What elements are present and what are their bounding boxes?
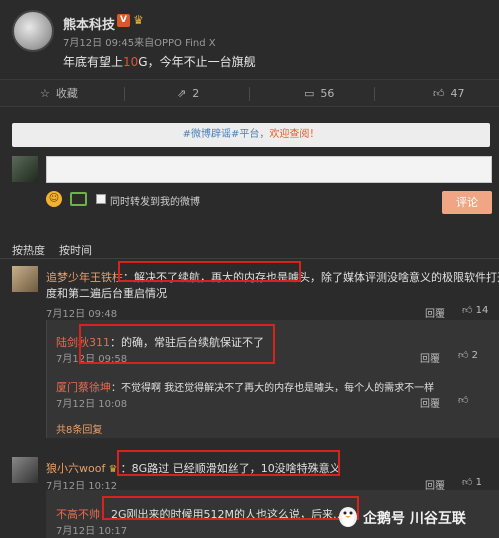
comment-time: 7月12日 09:48: [46, 309, 118, 320]
comment-input[interactable]: [46, 156, 492, 183]
like-button[interactable]: 👍︎ 47: [433, 80, 465, 108]
divider: [0, 258, 499, 259]
verified-badge-icon: V: [117, 14, 130, 27]
comment-username[interactable]: 厦门蔡徐坤: [56, 381, 111, 394]
emoji-icon[interactable]: ☺: [46, 191, 62, 207]
reply-button[interactable]: 回覆: [425, 305, 445, 320]
comment-text-cont: 度和第二遍后台重启情况: [46, 287, 167, 300]
comment-like-button[interactable]: 👍︎ 14: [462, 304, 488, 316]
vip-crown-icon: ♛: [133, 13, 144, 27]
author-name[interactable]: 熊本科技: [63, 14, 115, 33]
image-icon[interactable]: [70, 192, 87, 206]
repost-icon: ⇗: [177, 87, 187, 100]
comment-like-button[interactable]: 👍︎ 1: [462, 476, 482, 488]
divider: [249, 87, 250, 101]
sub-reply: 厦门蔡徐坤：不觉得啊 我还觉得解决不了再大的内存也是噱头，每个人的需求不一样: [56, 381, 435, 394]
penguin-logo-icon: [337, 504, 359, 528]
thumbs-up-icon: 👍︎: [458, 395, 469, 406]
tab-sort-time[interactable]: 按时间: [59, 242, 92, 258]
annotation-box: [102, 496, 359, 520]
more-replies-link[interactable]: 共8条回复: [56, 421, 102, 436]
rumor-platform-link[interactable]: #微博辟谣#平台: [183, 129, 260, 140]
comment-username[interactable]: 不高不帅: [56, 508, 100, 521]
author-avatar[interactable]: [12, 10, 54, 52]
post-action-bar: ☆ 收藏 ⇗ 2 ▭ 56 👍︎ 47: [0, 79, 499, 107]
annotation-box: [79, 324, 275, 364]
tab-sort-hot[interactable]: 按热度: [12, 242, 45, 258]
reply-button[interactable]: 回覆: [420, 350, 440, 365]
comment-time: 7月12日 10:08: [56, 399, 128, 410]
repost-checkbox[interactable]: [96, 194, 106, 204]
rumor-notice: #微博辟谣#平台，欢迎查阅！: [12, 123, 490, 147]
thumbs-up-icon: 👍︎: [433, 87, 445, 100]
repost-button[interactable]: ⇗ 2: [177, 80, 199, 108]
comment-like-button[interactable]: 👍︎ 2: [458, 349, 478, 361]
annotation-box: [118, 261, 301, 282]
favorite-button[interactable]: ☆ 收藏: [40, 80, 78, 108]
avatar[interactable]: [12, 266, 38, 292]
star-icon: ☆: [40, 87, 50, 100]
comment-like-button[interactable]: 👍︎: [458, 394, 468, 406]
thumbs-up-icon: 👍︎: [462, 305, 476, 316]
annotation-box: [117, 450, 340, 476]
divider: [374, 87, 375, 101]
thumbs-up-icon: 👍︎: [458, 350, 472, 361]
view-link[interactable]: 欢迎查阅！: [269, 129, 319, 140]
avatar[interactable]: [12, 457, 38, 483]
submit-comment-button[interactable]: 评论: [442, 191, 492, 214]
divider: [124, 87, 125, 101]
comment-username[interactable]: 狼小六woof: [46, 462, 105, 475]
reply-button[interactable]: 回覆: [420, 395, 440, 410]
comment-time: 7月12日 10:17: [56, 526, 128, 537]
my-avatar: [12, 156, 38, 182]
thumbs-up-icon: 👍︎: [462, 477, 476, 488]
comment-button[interactable]: ▭ 56: [304, 80, 334, 108]
repost-checkbox-label: 同时转发到我的微博: [110, 197, 200, 208]
watermark-text: 企鹅号 川谷互联: [363, 511, 466, 527]
comment-username[interactable]: 追梦少年王铁柱: [46, 271, 123, 284]
post-meta: 7月12日 09:45来自OPPO Find X: [63, 38, 216, 49]
comment-icon: ▭: [304, 87, 315, 100]
post-text: 年底有望上10G，今年不止一台旗舰: [63, 55, 256, 69]
